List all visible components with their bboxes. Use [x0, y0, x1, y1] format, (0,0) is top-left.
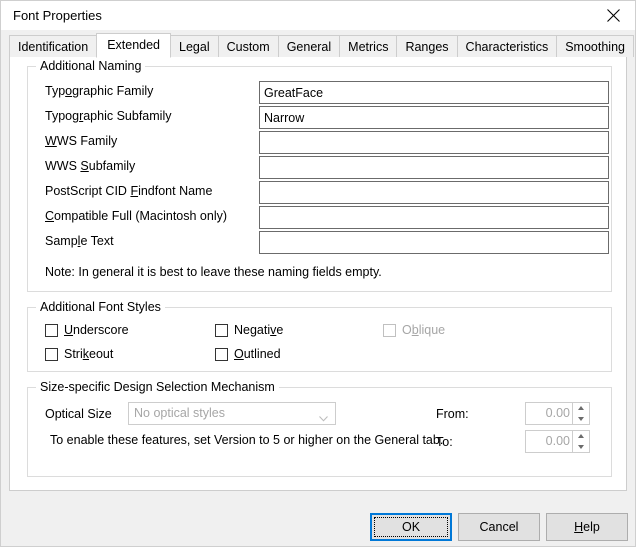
sample-text-input[interactable]: [259, 231, 609, 254]
spinner-down-icon: [573, 442, 589, 452]
label-from: From:: [436, 407, 469, 421]
checkbox-box-underscore[interactable]: [45, 323, 58, 337]
checkbox-label-strikeout: Strikeout: [64, 347, 114, 361]
typographic-family-input[interactable]: [259, 81, 609, 104]
close-icon[interactable]: [591, 1, 635, 30]
field-row: Compatible Full (Macintosh only): [28, 206, 611, 229]
to-spinner: 0.00: [525, 430, 590, 453]
field-row: Typographic Subfamily: [28, 106, 611, 129]
tab-custom[interactable]: Custom: [217, 35, 279, 57]
label-to: To:: [436, 435, 453, 449]
label-optical-size: Optical Size: [45, 407, 112, 421]
field-row: Typographic Family: [28, 81, 611, 104]
checkbox-box-negative[interactable]: [215, 323, 228, 337]
tab-general[interactable]: General: [277, 35, 341, 57]
checkbox-label-negative: Negative: [234, 323, 284, 337]
ok-button-label: OK: [374, 517, 448, 537]
help-button[interactable]: Help: [546, 513, 628, 541]
field-row: Sample Text: [28, 231, 611, 254]
label-compatible-full: Compatible Full (Macintosh only): [45, 209, 228, 223]
tab-identification[interactable]: Identification: [9, 35, 98, 57]
label-typographic-subfamily: Typographic Subfamily: [45, 109, 172, 123]
label-sample-text: Sample Text: [45, 234, 114, 248]
checkbox-underscore[interactable]: Underscore: [45, 323, 129, 337]
checkbox-oblique: Oblique: [383, 323, 445, 337]
tab-page-extended: Additional Naming Typographic Family Typ…: [9, 56, 627, 491]
tab-legal[interactable]: Legal: [170, 35, 219, 57]
group-title-additional-font-styles: Additional Font Styles: [36, 300, 165, 314]
group-additional-naming: Additional Naming Typographic Family Typ…: [27, 59, 612, 292]
page-title: Font Properties: [13, 8, 102, 23]
title-bar: Font Properties: [1, 1, 635, 30]
to-value: 0.00: [545, 434, 570, 448]
tab-strip: Identification Extended Legal Custom Gen…: [9, 33, 634, 58]
checkbox-outlined[interactable]: Outlined: [215, 347, 281, 361]
font-properties-dialog: Font Properties Identification Extended …: [0, 0, 636, 547]
field-row: WWS Subfamily: [28, 156, 611, 179]
optical-size-dropdown: No optical styles: [128, 402, 336, 425]
checkbox-negative[interactable]: Negative: [215, 323, 283, 337]
label-postscript-cid-findfont-name: PostScript CID Findfont Name: [45, 184, 213, 198]
from-spinner: 0.00: [525, 402, 590, 425]
from-spinner-buttons: [572, 403, 589, 424]
label-wws-subfamily: WWS Subfamily: [45, 159, 136, 173]
tab-characteristics[interactable]: Characteristics: [456, 35, 558, 57]
compatible-full-input[interactable]: [259, 206, 609, 229]
from-value: 0.00: [545, 406, 570, 420]
spinner-up-icon: [573, 403, 589, 413]
to-spinner-buttons: [572, 431, 589, 452]
checkbox-box-outlined[interactable]: [215, 347, 228, 361]
group-additional-font-styles: Additional Font Styles Underscore Strike…: [27, 300, 612, 372]
help-button-label: Help: [574, 520, 600, 534]
postscript-cid-findfont-name-input[interactable]: [259, 181, 609, 204]
label-typographic-family: Typographic Family: [45, 84, 154, 98]
group-size-specific-design-selection-mechanism: Size-specific Design Selection Mechanism…: [27, 380, 612, 477]
cancel-button[interactable]: Cancel: [458, 513, 540, 541]
checkbox-label-outlined: Outlined: [234, 347, 281, 361]
group-title-size-specific: Size-specific Design Selection Mechanism: [36, 380, 279, 394]
spinner-down-icon: [573, 414, 589, 424]
typographic-subfamily-input[interactable]: [259, 106, 609, 129]
checkbox-box-strikeout[interactable]: [45, 347, 58, 361]
size-hint-text: To enable these features, set Version to…: [50, 433, 444, 447]
chevron-down-icon: [319, 411, 328, 422]
checkbox-strikeout[interactable]: Strikeout: [45, 347, 113, 361]
wws-family-input[interactable]: [259, 131, 609, 154]
optical-size-value: No optical styles: [134, 406, 226, 420]
tab-extended[interactable]: Extended: [96, 33, 172, 58]
checkbox-label-underscore: Underscore: [64, 323, 129, 337]
naming-note: Note: In general it is best to leave the…: [45, 265, 382, 279]
checkbox-box-oblique: [383, 323, 396, 337]
checkbox-label-oblique: Oblique: [402, 323, 446, 337]
tab-smoothing[interactable]: Smoothing: [556, 35, 634, 57]
field-row: PostScript CID Findfont Name: [28, 181, 611, 204]
ok-button[interactable]: OK: [370, 513, 452, 541]
tab-ranges[interactable]: Ranges: [396, 35, 458, 57]
wws-subfamily-input[interactable]: [259, 156, 609, 179]
label-wws-family: WWS Family: [45, 134, 118, 148]
tab-metrics[interactable]: Metrics: [339, 35, 398, 57]
spinner-up-icon: [573, 431, 589, 441]
field-row: WWS Family: [28, 131, 611, 154]
group-title-additional-naming: Additional Naming: [36, 59, 146, 73]
